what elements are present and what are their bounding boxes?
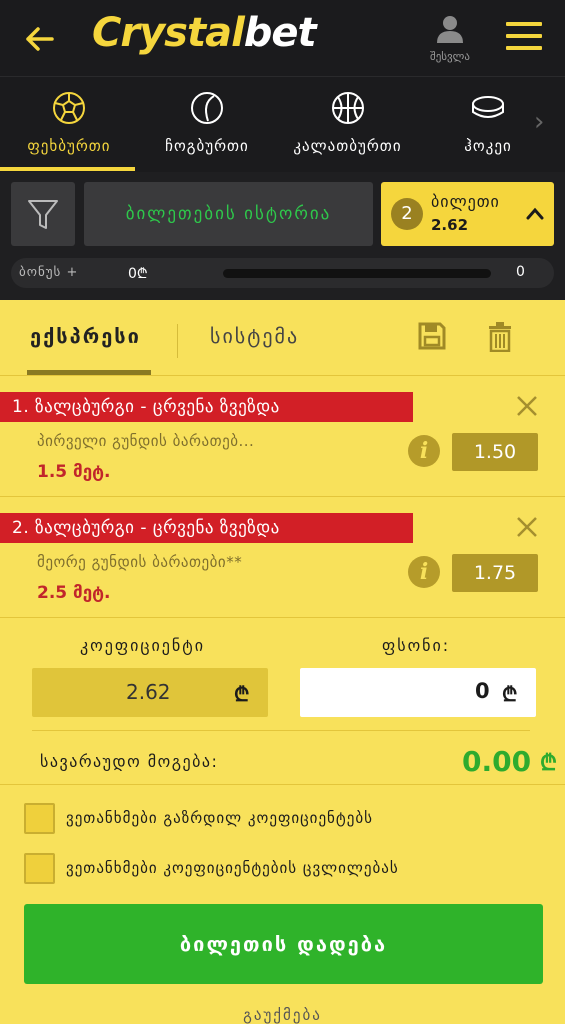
tab-basketball[interactable]: კალათბურთი: [280, 91, 415, 155]
logo-text-crystal: Crystal: [92, 10, 245, 56]
coefficient-display: 2.62 ₾: [32, 668, 268, 717]
hockey-puck-icon: [472, 96, 504, 118]
ticket-count-badge: 2: [391, 198, 423, 230]
bet-selection: 1.5 მეტ.: [37, 462, 111, 482]
bonus-amount: 0₾: [128, 266, 148, 282]
coefficient-label: კოეფიციენტი: [80, 636, 206, 655]
bet-odds: 1.50: [452, 433, 538, 471]
bet-odds: 1.75: [452, 554, 538, 592]
tab-football-label: ფეხბურთი: [27, 137, 111, 155]
logo-text-bet: bet: [243, 10, 317, 56]
tab-express[interactable]: ექსპრესი: [30, 324, 141, 348]
divider: [32, 730, 530, 731]
chevron-up-icon: [526, 207, 544, 220]
filter-icon: [28, 200, 58, 229]
tab-tennis-label: ჩოგბურთი: [165, 137, 249, 155]
app-header: Crystalbet შესვლა: [0, 0, 565, 76]
stake-value: 0: [475, 679, 490, 703]
accept-increased-odds-checkbox[interactable]: [24, 803, 55, 834]
bet-market: მეორე გუნდის ბარათები**: [37, 553, 243, 571]
bonus-track: [223, 269, 491, 278]
filter-button[interactable]: [11, 182, 75, 246]
bet-item: 2. ზალცბურგი - ცრვენა ზვეზდა მეორე გუნდი…: [0, 497, 565, 618]
tab-hockey[interactable]: ჰოკეი: [452, 91, 524, 155]
tab-football[interactable]: ფეხბურთი: [14, 91, 124, 155]
bonus-count: 0: [516, 264, 525, 280]
currency-icon: ₾: [540, 751, 557, 776]
bet-item: 1. ზალცბურგი - ცრვენა ზვეზდა პირველი გუნ…: [0, 376, 565, 497]
stake-input[interactable]: 0 ₾: [300, 668, 536, 717]
bet-event-title: 2. ზალცბურგი - ცრვენა ზვეზდა: [0, 513, 413, 543]
bonus-progress-bar: ბონუს + 0₾ 0: [11, 258, 554, 288]
user-icon: [437, 16, 463, 43]
basketball-icon: [331, 92, 364, 124]
close-icon[interactable]: [515, 515, 539, 539]
slip-tabs: ექსპრესი სისტემა: [0, 300, 565, 376]
stake-label: ფსონი:: [382, 636, 451, 655]
possible-win-label: სავარაუდო მოგება:: [40, 752, 219, 771]
bet-market: პირველი გუნდის ბარათებ...: [37, 432, 255, 450]
accept-odds-changes-label: ვეთანხმები კოეფიციენტების ცვლილებას: [66, 859, 399, 877]
possible-win-value: 0.00: [462, 745, 532, 778]
close-icon[interactable]: [515, 394, 539, 418]
currency-icon: ₾: [502, 682, 518, 706]
cancel-link[interactable]: გაუქმება: [0, 1006, 565, 1024]
active-tab-indicator: [0, 167, 135, 171]
soccer-ball-icon: [53, 92, 85, 124]
ticket-history-button[interactable]: ბილეთების ისტორია: [84, 182, 373, 246]
tab-divider: [177, 324, 178, 358]
tennis-ball-icon: [191, 92, 223, 124]
ticket-toggle-button[interactable]: 2 ბილეთი 2.62: [381, 182, 554, 246]
hamburger-menu-icon[interactable]: [506, 22, 542, 54]
accept-odds-changes-checkbox[interactable]: [24, 853, 55, 884]
divider: [0, 784, 565, 785]
bet-slip-panel: ექსპრესი სისტემა 1. ზალცბურგი - ცრვენა ზ…: [0, 300, 565, 1024]
login-label: შესვლა: [430, 50, 470, 63]
tab-hockey-label: ჰოკეი: [464, 137, 512, 155]
back-arrow-icon[interactable]: [22, 22, 56, 56]
login-button[interactable]: შესვლა: [420, 14, 480, 63]
sports-tabs: ფეხბურთი ჩოგბურთი კალათბურთი ჰოკეი ›: [0, 76, 565, 172]
accept-increased-odds-label: ვეთანხმები გაზრდილ კოეფიციენტებს: [66, 809, 373, 827]
bonus-label: ბონუს +: [19, 265, 79, 280]
ticket-label: ბილეთი: [431, 192, 500, 211]
bet-selection: 2.5 მეტ.: [37, 583, 111, 603]
tab-tennis[interactable]: ჩოგბურთი: [150, 91, 264, 155]
trash-icon[interactable]: [488, 322, 512, 352]
save-icon[interactable]: [418, 322, 446, 350]
bet-event-title: 1. ზალცბურგი - ცრვენა ზვეზდა: [0, 392, 413, 422]
tab-express-indicator: [27, 370, 151, 375]
tab-system[interactable]: სისტემა: [210, 324, 299, 348]
place-bet-button[interactable]: ბილეთის დადება: [24, 904, 543, 984]
betslip-toolbar: ბილეთების ისტორია 2 ბილეთი 2.62 ბონუს + …: [0, 172, 565, 300]
ticket-total-odds: 2.62: [431, 216, 469, 234]
currency-icon: ₾: [234, 682, 250, 706]
info-icon[interactable]: i: [408, 556, 440, 588]
chevron-right-icon[interactable]: ›: [534, 107, 544, 137]
crystalbet-logo[interactable]: Crystalbet: [92, 10, 317, 56]
coefficient-value: 2.62: [126, 680, 171, 704]
info-icon[interactable]: i: [408, 435, 440, 467]
tab-basketball-label: კალათბურთი: [293, 137, 402, 155]
